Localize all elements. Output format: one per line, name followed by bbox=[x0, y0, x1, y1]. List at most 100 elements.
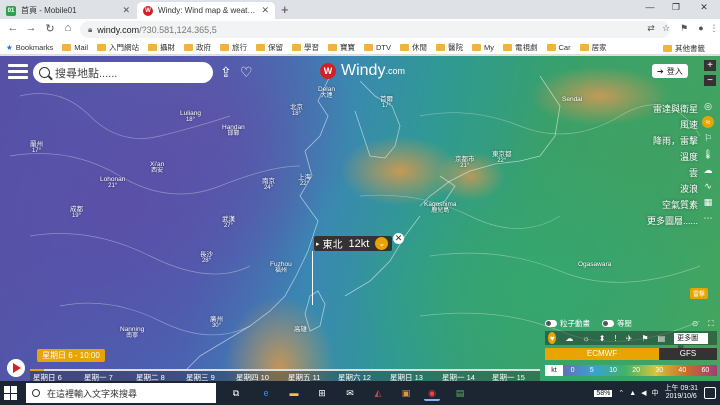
warning-icon[interactable]: ! bbox=[614, 334, 616, 343]
layer-temperature[interactable]: 溫度 bbox=[647, 149, 698, 165]
ime-indicator[interactable]: 中 bbox=[652, 388, 659, 398]
bookmark-folder[interactable]: 休閒 bbox=[400, 42, 427, 53]
timeline-day[interactable]: 星期日 13 bbox=[390, 372, 423, 381]
tab-mobile01[interactable]: 01 首頁 - Mobile01 ✕ bbox=[0, 2, 136, 19]
bookmark-folder[interactable]: 旅行 bbox=[220, 42, 247, 53]
timeline-day[interactable]: 星期日 6 bbox=[33, 372, 62, 381]
bookmark-folder[interactable]: 寶寶 bbox=[328, 42, 355, 53]
timeline-day[interactable]: 星期一 14 bbox=[442, 372, 475, 381]
wind-legend[interactable]: kt 0 5 10 20 30 40 60 bbox=[545, 365, 717, 376]
mail-icon[interactable]: ✉ bbox=[342, 385, 358, 401]
translate-icon[interactable]: ⇄ bbox=[645, 23, 657, 34]
lock-icon[interactable]: 🔒︎ bbox=[88, 25, 92, 35]
chrome-icon[interactable]: ◉ bbox=[424, 385, 440, 401]
more-menu-icon[interactable]: ⋮ bbox=[708, 23, 720, 34]
minimize-icon[interactable]: — bbox=[640, 2, 660, 12]
fullscreen-icon[interactable]: ⛶ bbox=[708, 319, 713, 329]
bookmark-folder[interactable]: 電視劇 bbox=[503, 42, 538, 53]
model-ecmwf[interactable]: ECMWF bbox=[545, 348, 659, 360]
reload-icon[interactable]: ↻ bbox=[43, 22, 57, 35]
plane-icon[interactable]: ✈ bbox=[626, 334, 633, 343]
pin-icon[interactable]: ⬍ bbox=[599, 334, 606, 343]
home-icon[interactable]: ⌂ bbox=[61, 22, 75, 34]
radar-icon[interactable]: ◎ bbox=[702, 100, 714, 112]
cloud-icon[interactable]: ☁ bbox=[565, 334, 573, 343]
bookmark-folder[interactable]: My bbox=[472, 43, 494, 52]
weather-map[interactable]: Delan 大連 北京 18° Luliang 18° Handan 邯鄲 Lohona… bbox=[0, 56, 720, 381]
bookmark-folder[interactable]: 醫院 bbox=[436, 42, 463, 53]
bookmark-folder[interactable]: 政府 bbox=[184, 42, 211, 53]
login-button[interactable]: ➔ 登入 bbox=[652, 64, 688, 78]
acrobat-icon[interactable]: ◭ bbox=[370, 385, 386, 401]
layer-waves[interactable]: 波浪 bbox=[647, 181, 698, 197]
model-gfs[interactable]: GFS bbox=[659, 348, 717, 360]
bookmark-folder[interactable]: 居家 bbox=[579, 42, 607, 53]
layer-rain[interactable]: 降雨，雷擊 bbox=[647, 133, 698, 149]
tab-windy[interactable]: W Windy: Wind map & weather fo ✕ bbox=[137, 2, 275, 19]
close-tab-icon[interactable]: ✕ bbox=[261, 5, 269, 16]
timeline-day[interactable]: 星期一 15 bbox=[492, 372, 525, 381]
clock[interactable]: 上午 09:31 2019/10/6 bbox=[665, 385, 698, 401]
sun-icon[interactable]: ☼ bbox=[582, 334, 589, 343]
hamburger-menu-icon[interactable] bbox=[8, 64, 28, 80]
time-bubble[interactable]: 星期日 6 - 10:00 bbox=[37, 349, 105, 362]
favorite-heart-icon[interactable]: ♡ bbox=[240, 64, 253, 81]
timeline-day[interactable]: 星期五 11 bbox=[288, 372, 320, 381]
store-icon[interactable]: ⊞ bbox=[314, 385, 330, 401]
flag-icon[interactable]: ⚑ bbox=[641, 334, 648, 343]
layer-wind[interactable]: 風速 bbox=[647, 117, 698, 133]
layer-air-quality[interactable]: 空氣質素 bbox=[647, 197, 698, 213]
share-icon[interactable]: ⇪ bbox=[220, 64, 232, 81]
wind-picker[interactable]: ▸ 東北 12kt ⌄ bbox=[314, 236, 393, 251]
bookmark-folder[interactable]: Mail bbox=[62, 43, 88, 52]
address-bar[interactable]: 🔒︎ windy.com /?30.581,124.365,5 bbox=[80, 21, 670, 38]
network-icon[interactable]: ▲ bbox=[629, 390, 636, 397]
battery-indicator[interactable]: 58% bbox=[594, 389, 613, 397]
favorite-heart-icon[interactable]: ♥ bbox=[548, 332, 557, 344]
layer-clouds[interactable]: 雲 bbox=[647, 165, 698, 181]
play-button[interactable] bbox=[7, 359, 25, 377]
new-tab-button[interactable]: + bbox=[281, 2, 289, 17]
wave-icon[interactable]: ∿ bbox=[702, 180, 714, 192]
more-products-button[interactable]: 更多圖層...... bbox=[674, 332, 708, 353]
legend-unit[interactable]: kt bbox=[545, 365, 563, 376]
back-icon[interactable]: ← bbox=[6, 22, 20, 34]
settings-icon[interactable]: ⊙ bbox=[692, 319, 698, 328]
bookmark-folder[interactable]: Car bbox=[546, 43, 571, 52]
isolines-toggle[interactable] bbox=[602, 320, 614, 327]
windy-logo[interactable]: W Windy .com bbox=[320, 62, 405, 80]
timeline-day[interactable]: 星期六 12 bbox=[338, 372, 371, 381]
notification-icon[interactable] bbox=[704, 387, 716, 399]
maximize-icon[interactable]: ❐ bbox=[666, 2, 686, 13]
overlay-badge[interactable]: 雷擊 bbox=[690, 288, 709, 299]
timeline[interactable]: 星期日 6 星期一 7 星期二 8 星期三 9 星期四 10 星期五 11 星期… bbox=[30, 369, 540, 381]
app-icon[interactable]: ▣ bbox=[398, 385, 414, 401]
bookmark-folder[interactable]: 保留 bbox=[256, 42, 283, 53]
cloud-icon[interactable]: ☁ bbox=[702, 164, 714, 176]
bookmark-folder[interactable]: DTV bbox=[364, 43, 391, 52]
bookmark-item[interactable]: ★ Bookmarks bbox=[6, 43, 53, 52]
taskbar-search[interactable]: 在這裡輸入文字來搜尋 bbox=[26, 383, 216, 403]
bookmark-folder[interactable]: 學習 bbox=[292, 42, 319, 53]
more-layers-icon[interactable]: ⋯ bbox=[702, 212, 714, 224]
bookmark-folder[interactable]: 入門網站 bbox=[97, 42, 139, 53]
timeline-day[interactable]: 星期一 7 bbox=[84, 372, 113, 381]
close-tab-icon[interactable]: ✕ bbox=[122, 5, 130, 16]
layer-more[interactable]: 更多圖層...... bbox=[647, 213, 698, 229]
zoom-out-button[interactable]: − bbox=[704, 75, 716, 86]
edge-icon[interactable]: e bbox=[258, 385, 274, 401]
extension-icon[interactable]: ⚑ bbox=[678, 23, 690, 34]
timeline-cursor[interactable] bbox=[30, 369, 44, 371]
timeline-day[interactable]: 星期二 8 bbox=[136, 372, 165, 381]
file-explorer-icon[interactable]: ▬ bbox=[286, 385, 302, 401]
app-icon[interactable]: ▤ bbox=[452, 385, 468, 401]
other-bookmarks[interactable]: 其他書籤 bbox=[663, 43, 705, 54]
timeline-day[interactable]: 星期三 9 bbox=[186, 372, 215, 381]
chevron-down-icon[interactable]: ⌄ bbox=[375, 237, 389, 250]
forward-icon[interactable]: → bbox=[24, 22, 38, 34]
layer-radar[interactable]: 雷達與衛星 bbox=[647, 101, 698, 117]
close-picker-icon[interactable]: ✕ bbox=[393, 233, 404, 244]
zoom-in-button[interactable]: + bbox=[704, 60, 716, 71]
star-icon[interactable]: ☆ bbox=[660, 23, 672, 34]
chevron-up-icon[interactable]: ⌃ bbox=[618, 389, 624, 397]
